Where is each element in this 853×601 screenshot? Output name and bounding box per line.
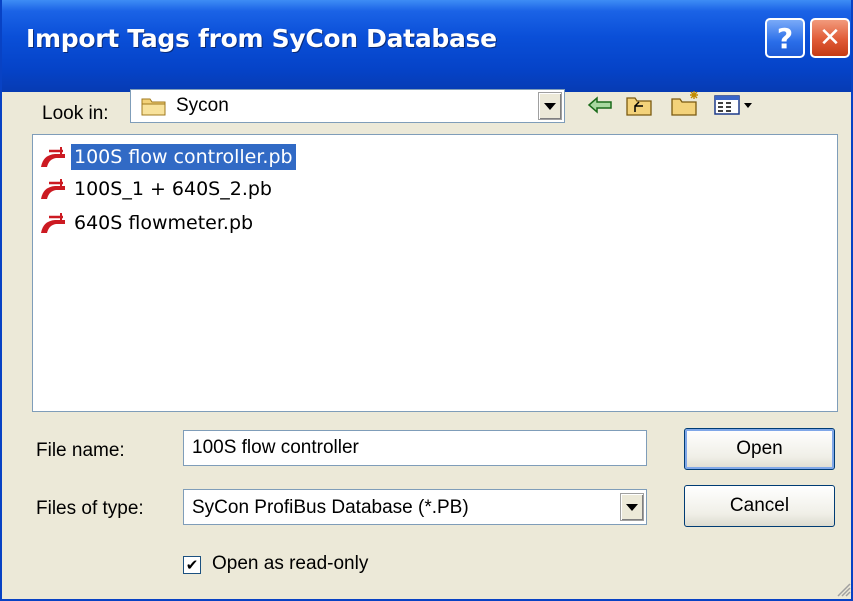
file-type-dropdown[interactable]: SyCon ProfiBus Database (*.PB) [183, 489, 647, 525]
look-in-dropdown[interactable]: Sycon [130, 89, 565, 123]
file-type-dropdown-button[interactable] [620, 493, 644, 521]
close-button[interactable]: ✕ [810, 18, 850, 58]
profibus-file-icon [41, 179, 65, 199]
file-list[interactable]: 100S flow controller.pb 100S_1 + 640S_2.… [32, 134, 838, 412]
checkmark-icon: ✔ [185, 555, 199, 574]
file-name-label: File name: [36, 440, 125, 461]
file-name: 100S_1 + 640S_2.pb [74, 178, 272, 200]
list-item[interactable]: 100S flow controller.pb [39, 141, 296, 173]
folder-icon [141, 98, 166, 116]
new-folder-button[interactable] [669, 89, 703, 117]
cancel-button[interactable]: Cancel [684, 485, 835, 527]
profibus-file-icon [41, 147, 65, 167]
profibus-file-icon [41, 213, 65, 233]
open-button[interactable]: Open [684, 428, 835, 470]
up-folder-icon [626, 97, 652, 116]
look-in-value: Sycon [176, 95, 229, 116]
view-menu-button[interactable] [712, 91, 756, 119]
resize-grip-icon[interactable] [837, 583, 851, 597]
file-name: 100S flow controller.pb [71, 144, 296, 170]
look-in-label: Look in: [42, 103, 109, 124]
list-item[interactable]: 640S flowmeter.pb [39, 207, 256, 239]
import-tags-dialog: Import Tags from SyCon Database ? ✕ Look… [0, 0, 853, 601]
window-title: Import Tags from SyCon Database [26, 24, 497, 53]
back-arrow-icon [587, 96, 612, 114]
list-item[interactable]: 100S_1 + 640S_2.pb [39, 173, 275, 205]
close-icon: ✕ [819, 23, 841, 53]
file-name: 640S flowmeter.pb [74, 212, 254, 234]
help-button[interactable]: ? [765, 18, 805, 58]
title-bar[interactable]: Import Tags from SyCon Database ? ✕ [2, 0, 851, 92]
read-only-checkbox[interactable]: ✔ [183, 556, 201, 574]
read-only-label: Open as read-only [212, 553, 369, 574]
file-type-value: SyCon ProfiBus Database (*.PB) [192, 497, 469, 518]
up-folder-button[interactable] [624, 91, 654, 119]
look-in-dropdown-button[interactable] [538, 92, 562, 120]
back-button[interactable] [585, 91, 615, 119]
new-folder-icon [671, 91, 698, 116]
view-menu-icon [714, 95, 752, 115]
dialog-body: Look in: Sycon 100S flow controller.pb 1… [2, 89, 851, 599]
file-name-field[interactable] [183, 430, 647, 466]
chevron-down-icon [626, 503, 638, 511]
chevron-down-icon [544, 102, 556, 110]
file-type-label: Files of type: [36, 498, 144, 519]
help-icon: ? [776, 21, 794, 55]
